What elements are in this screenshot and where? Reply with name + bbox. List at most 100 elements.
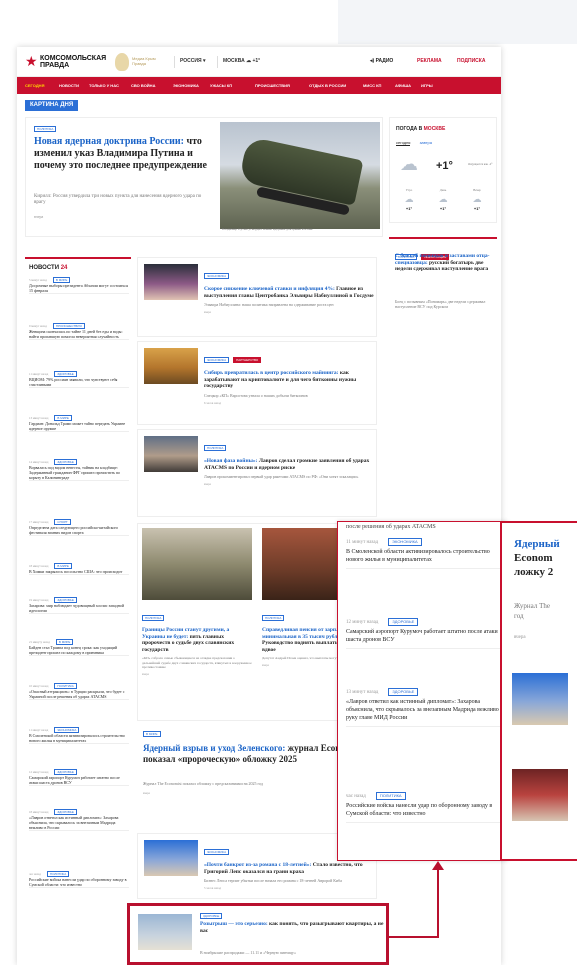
news-item[interactable]: 9 минут назад ПРОИСШЕСТВИЯ Женщина скончал… [29,323,129,340]
rubric-badge[interactable]: ПОЛИТИКА [142,615,165,621]
nav-item[interactable]: УЖАСЫ КП [210,83,232,88]
news-text[interactable]: Определена дата следующего российско-кит… [29,525,129,535]
radio-link[interactable]: ◂) РАДИО [370,58,393,64]
article-title[interactable]: Границы России станут другими, а Украины… [142,627,252,653]
article-thumbnail[interactable] [144,348,198,384]
rubric-badge[interactable]: ЭКОНОМИКА [204,357,230,363]
news-text[interactable]: В Смоленской области активизировалось ст… [29,733,129,743]
article-thumbnail[interactable] [144,264,198,300]
news-item[interactable]: 11 минут назад ЗДОРОВЬЕ ВЦИОМ: 79% россиян… [29,371,129,388]
weather-title-label: ПОГОДА В [396,126,423,132]
rubric-badge[interactable]: ЭКОНОМИКА [388,538,422,546]
rubric-badge[interactable]: ПОЛИТИКА [375,792,406,800]
news-text[interactable]: В Химки закрылось посольство США: что пр… [29,569,129,574]
article-thumbnail[interactable] [144,840,198,876]
rubric-badge[interactable]: ПОЛИТИКА [204,445,227,451]
zoom-feature-title[interactable]: Ядерный Econom ложку 2 [514,537,577,579]
article-title[interactable]: Сибирь превратилась в центр российского … [204,370,376,390]
article-card[interactable]: ЭКОНОМИКА ПАРТНЕРСТВО Сибирь превратилас… [137,341,377,425]
promo-title[interactable]: С божьей помощью и заставами отца-спецна… [395,253,493,273]
nav-item[interactable]: МИСС КП [363,83,381,88]
nav-item[interactable]: СЕГОДНЯ [25,83,44,88]
news-item[interactable]: 14 минут назад ЗДОРОВЬЕ Ворвалась под видо… [29,459,129,481]
nav-item[interactable]: ИГРЫ [421,83,433,88]
subscribe-link[interactable]: ПОДПИСКА [457,58,485,64]
city-select[interactable]: МОСКВА ☁ +1° [223,58,260,64]
news-text[interactable]: Самарский аэропорт Курумоч работает штат… [29,775,129,785]
article-card[interactable]: ПОЛИТИКА «Новая фаза войны»: Лавров сдел… [137,429,377,517]
rubric-badge[interactable]: ЭКОНОМИКА [204,849,230,855]
article-card[interactable]: ЭКОНОМИКА Скорое снижение ключевой ставк… [137,257,377,337]
ads-link[interactable]: РЕКЛАМА [417,58,442,64]
hero-title[interactable]: Новая ядерная доктрина России: что измен… [34,136,214,172]
news-text[interactable]: Байден стал Трампа под конец срока: как … [29,645,129,655]
picture-of-day-tag[interactable]: КАРТИНА ДНЯ [25,100,79,111]
highlighted-article[interactable]: ЗДОРОВЬЕ Розыгрыш — это серьезно: как по… [127,903,389,965]
news-item[interactable]: 11 минут назад ЭКОНОМИКА В Смоленской обла… [29,727,129,744]
news-item[interactable]: 17 минут назад СПОРТ Определена дата следу… [29,519,129,536]
rubric-badge[interactable]: ЗДОРОВЬЕ [200,913,223,919]
part-temp: +1° [405,206,413,211]
news-text[interactable]: Ворвалась под видом невесты, тайник на к… [29,465,129,480]
partner-badge[interactable]: Медиа Крым Правда [115,53,171,71]
zoom-news-item[interactable]: 12 минут назад ЗДОРОВЬЕ Самарский аэропорт… [346,618,502,649]
rubric-badge[interactable]: В МИРЕ [143,731,161,737]
news-text[interactable]: Досрочные выборы президента Абхазии могу… [29,283,129,293]
zoom-news-item[interactable]: час назад ПОЛИТИКА Российские войска нанес… [346,792,502,823]
article-thumbnail[interactable] [138,914,192,950]
news-text[interactable]: Российские войска нанесли удар по оборон… [29,877,129,887]
rubric-badge[interactable]: ЗДОРОВЬЕ [388,688,419,696]
news-item[interactable]: час назад ПОЛИТИКА Российские войска нанес… [29,871,129,888]
promo-article[interactable]: ПОЛИТИКА ИНФОРМАЦИЯ С божьей помощью и з… [389,237,497,345]
rubric-badge[interactable]: ПОЛИТИКА [34,126,57,132]
article-title[interactable]: Розыгрыш — это серьезно: как понять, что… [200,921,384,934]
nav-item[interactable]: ПРОИСШЕСТВИЯ [255,83,290,88]
article-title[interactable]: Скорое снижение ключевой ставки и инфляц… [204,286,376,299]
news-text[interactable]: В Смоленской области активизировалось ст… [346,548,502,564]
nav-item[interactable]: АФИША [395,83,411,88]
news-title[interactable]: НОВОСТИ 24 [29,265,67,271]
article-thumbnail[interactable] [512,769,568,821]
news-text[interactable]: «Лавров ответил как истинный дипломат»: … [346,698,502,722]
nav-item[interactable]: ТОЛЬКО У НАС [89,83,119,88]
news-item[interactable]: 5 минут назад В МИРЕ Досрочные выборы през… [29,277,129,294]
nav-item[interactable]: НОВОСТИ [59,83,79,88]
news-item[interactable]: 18 минут назад В МИРЕ В Химки закрылось по… [29,563,129,575]
site-logo[interactable]: ★ КОМСОМОЛЬСКАЯ ПРАВДА [25,54,117,70]
rubric-badge[interactable]: ЗДОРОВЬЕ [388,618,419,626]
article-title[interactable]: «Почти банкрот из-за романа с 18-летней»… [204,862,376,875]
news-item[interactable]: 13 минут назад В МИРЕ Гардиан: Дональд Тра… [29,415,129,432]
nav-item[interactable]: ЭКОНОМИКА [173,83,199,88]
rubric-badge[interactable]: ПАРТНЕРСТВО [233,357,262,363]
hero-article[interactable]: ПОЛИТИКА Новая ядерная доктрина России: … [25,117,383,237]
news-text[interactable]: ВЦИОМ: 79% россиян заявили, что чувствую… [29,377,129,387]
news-text[interactable]: Самарский аэропорт Курумоч работает штат… [346,628,502,644]
article-thumbnail[interactable] [144,436,198,472]
news-item[interactable]: 21 минуту назад В МИРЕ Байден стал Трампа … [29,639,129,656]
article-title[interactable]: «Новая фаза войны»: Лавров сделал громки… [204,458,376,471]
nav-item[interactable]: ОТДЫХ В РОССИИ [309,83,346,88]
news-text[interactable]: Российские войска нанесли удар по оборон… [346,802,502,818]
article-thumbnail[interactable] [512,673,568,725]
news-text[interactable]: Гардиан: Дональд Трамп может тайно перед… [29,421,129,431]
news-item[interactable]: 18 минут назад ЗДОРОВЬЕ «Лавров ответил ка… [29,809,129,831]
weather-city[interactable]: МОСКВЕ [424,126,446,132]
rubric-badge[interactable]: ПОЛИТИКА [262,615,285,621]
news-item[interactable]: 12 минут назад ЗДОРОВЬЕ Самарский аэропорт… [29,769,129,786]
tab-tomorrow[interactable]: завтра [420,140,432,145]
article-image[interactable] [142,528,252,600]
news-item[interactable]: 10 минут назад ПОЛИТИКА «Опасный аттракцио… [29,683,129,700]
zoom-news-item[interactable]: 13 минут назад ЗДОРОВЬЕ «Лавров ответил ка… [346,688,502,727]
news-text[interactable]: Женщина скончалась по тайне 11 дней без … [29,329,129,339]
article-column[interactable]: ПОЛИТИКА Границы России станут другими, … [142,606,252,676]
rubric-badge[interactable]: ЭКОНОМИКА [204,273,230,279]
news-item[interactable]: 19 минут назад ЗДОРОВЬЕ Захарова: мир набл… [29,597,129,614]
news-text[interactable]: «Лавров ответил как истинный дипломат»: … [29,815,129,830]
tab-today[interactable]: сегодня [396,140,411,146]
news-text[interactable]: «Опасный аттракцион»: в Турции раскрыли,… [29,689,129,699]
region-select[interactable]: РОССИЯ ▾ [180,58,205,64]
news-text[interactable]: Захарова: мир наблюдает чудовищный хоспи… [29,603,129,613]
nav-item[interactable]: СВО ВОЙНА [131,83,155,88]
zoom-news-item[interactable]: 11 минут назад ЭКОНОМИКА В Смоленской обла… [346,538,502,569]
hero-image[interactable] [220,122,380,229]
